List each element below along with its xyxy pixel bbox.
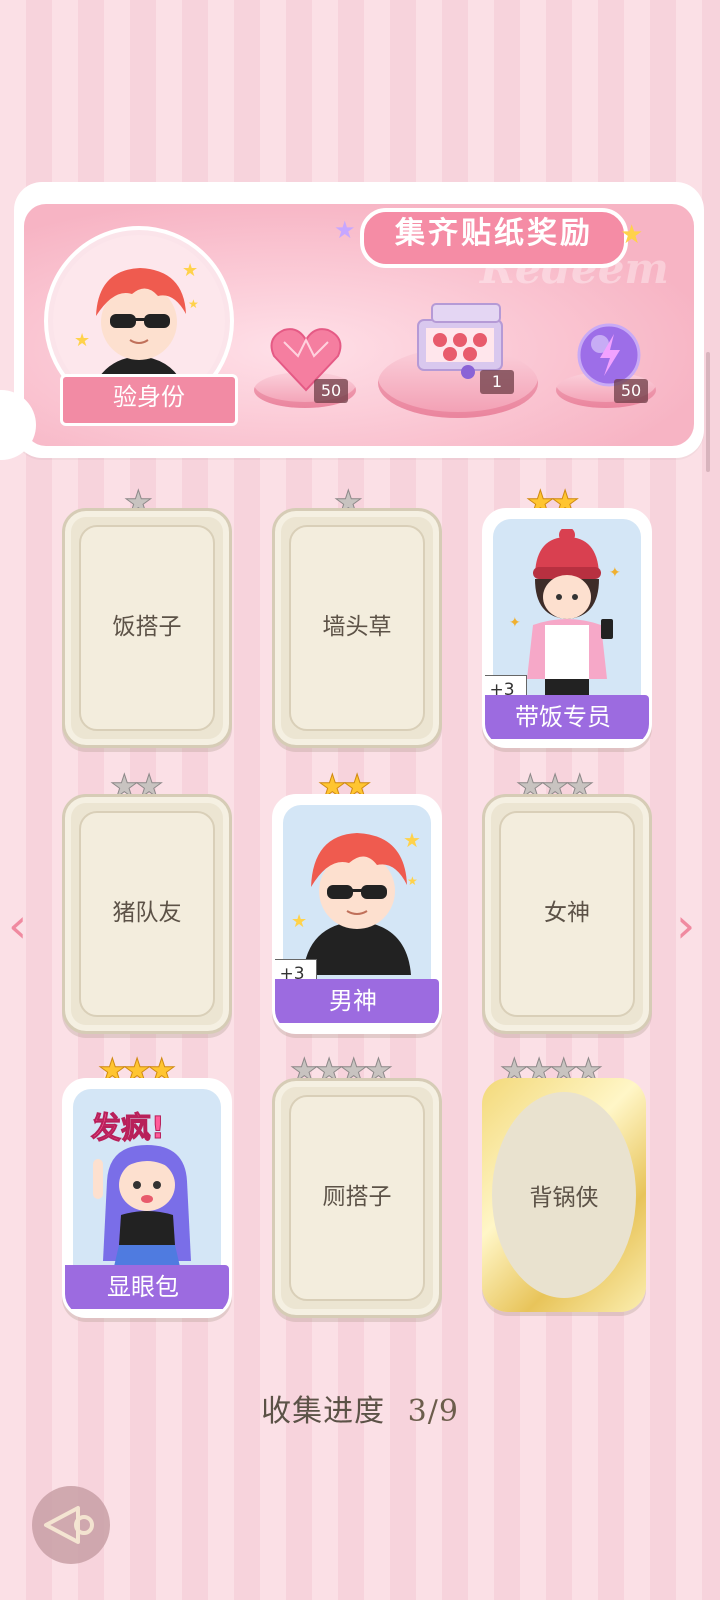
item-count: 1: [480, 370, 514, 394]
gold-star-icon: ★: [620, 220, 644, 250]
card-name: 背锅侠: [529, 1185, 599, 1211]
purple-star-icon: ★: [334, 216, 356, 244]
svg-text:★: ★: [407, 874, 418, 888]
svg-text:★: ★: [291, 911, 307, 932]
next-page-arrow-icon[interactable]: ›: [676, 898, 695, 954]
svg-text:✦: ✦: [509, 615, 521, 631]
item-count: 50: [314, 379, 348, 403]
progress-label: 收集进度: [261, 1394, 386, 1429]
prev-page-arrow-icon[interactable]: ‹: [8, 898, 27, 954]
sticker-card-locked[interactable]: 女神: [482, 794, 652, 1034]
reward-title: 集齐贴纸奖励: [360, 208, 628, 268]
sticker-card-collected[interactable]: 发疯! 显眼包: [62, 1078, 232, 1318]
card-name: 墙头草: [322, 614, 392, 640]
scrollbar[interactable]: [706, 352, 710, 472]
item-count: 50: [614, 379, 648, 403]
sticker-card-locked[interactable]: 饭搭子: [62, 508, 232, 748]
back-button[interactable]: [32, 1486, 110, 1564]
girl-beanie-phone-icon: ✦ ✦: [509, 529, 621, 699]
svg-text:✦: ✦: [609, 565, 621, 581]
card-name-ribbon: 带饭专员: [485, 695, 649, 739]
card-name: 女神: [544, 900, 590, 926]
reward-title-badge: 集齐贴纸奖励: [350, 208, 630, 268]
collection-progress: 收集进度 3/9: [0, 1386, 720, 1430]
svg-text:★: ★: [403, 828, 421, 852]
sticker-card-collected[interactable]: ★ ★ ★ +3 男神: [272, 794, 442, 1034]
sticker-card-locked[interactable]: 猪队友: [62, 794, 232, 1034]
svg-text:★: ★: [74, 330, 90, 351]
sticker-card-locked[interactable]: 墙头草: [272, 508, 442, 748]
card-name-ribbon: 男神: [275, 979, 439, 1023]
sticker-card-collected[interactable]: ✦ ✦ +3 带饭专员: [482, 508, 652, 748]
card-name: 厕搭子: [322, 1184, 392, 1210]
card-name-ribbon: 显眼包: [65, 1265, 229, 1309]
svg-text:★: ★: [182, 260, 198, 281]
back-arrow-icon: [44, 1506, 94, 1544]
sticker-card-gold-locked[interactable]: 背锅侠: [482, 1078, 646, 1312]
card-name: 猪队友: [112, 900, 182, 926]
boy-sunglasses-icon: ★ ★ ★: [291, 828, 421, 975]
svg-text:★: ★: [188, 297, 199, 311]
girl-purple-hair-icon: [93, 1145, 191, 1271]
card-name: 饭搭子: [112, 614, 182, 640]
sticker-card-locked[interactable]: 厕搭子: [272, 1078, 442, 1318]
progress-value: 3/9: [407, 1394, 459, 1429]
identity-tag[interactable]: 验身份: [60, 374, 238, 426]
